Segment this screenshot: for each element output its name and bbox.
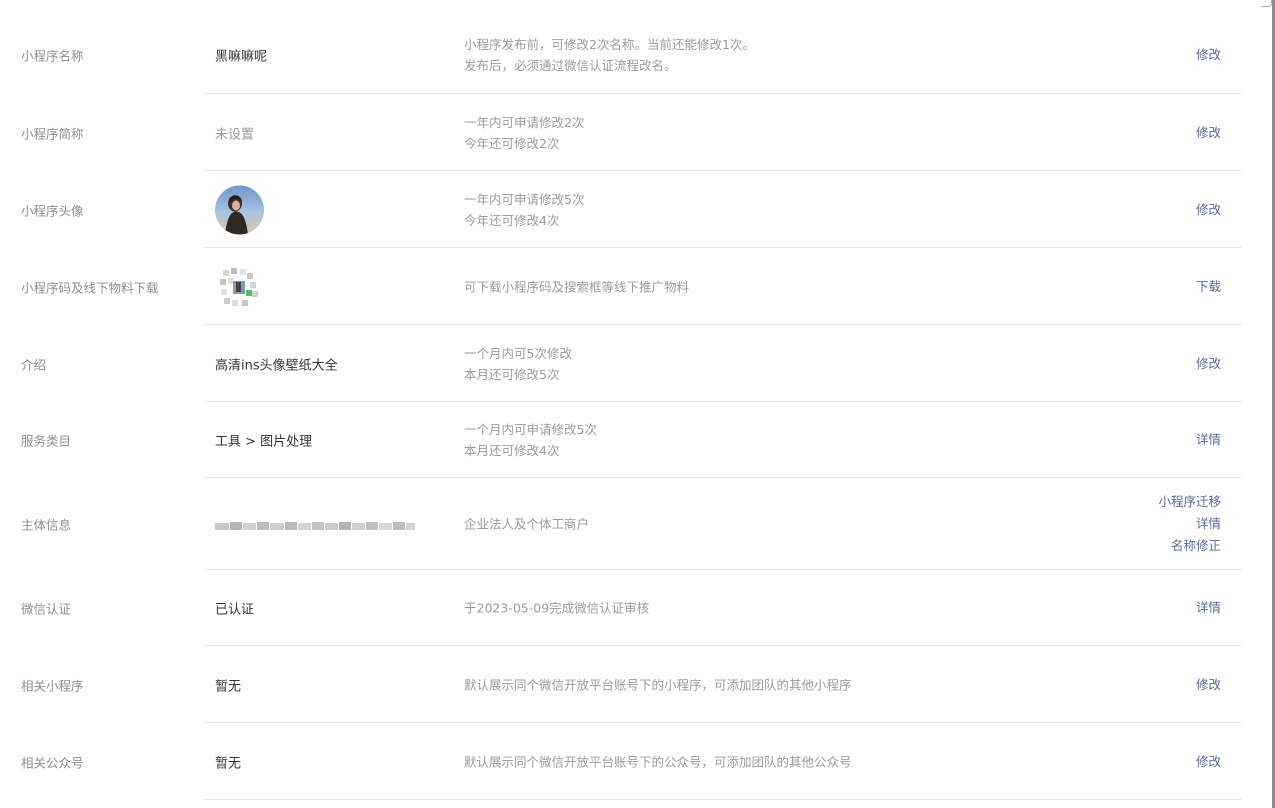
row-label: 主体信息 — [21, 517, 72, 533]
row-label: 微信认证 — [21, 601, 72, 617]
description-line: 一个月内可申请修改5次 — [464, 422, 597, 437]
category-details-link[interactable]: 详情 — [1196, 429, 1221, 451]
row-label: 小程序码及线下物料下载 — [21, 280, 159, 295]
row-actions: 修改 — [1196, 199, 1221, 221]
row-label: 小程序头像 — [21, 203, 84, 218]
row-value: 已认证 — [215, 602, 255, 618]
settings-row-service-category: 服务类目 工具 > 图片处理 一个月内可申请修改5次 本月还可修改4次 详情 — [0, 402, 1242, 478]
settings-row-introduction: 介绍 高清ins头像壁纸大全 一个月内可5次修改 本月还可修改5次 修改 — [0, 325, 1242, 402]
row-actions: 修改 — [1196, 44, 1221, 66]
row-label: 服务类目 — [21, 433, 72, 449]
description-line: 可下载小程序码及搜索框等线下推广物料 — [464, 279, 690, 294]
row-label: 小程序名称 — [21, 48, 84, 64]
description-line: 本月还可修改4次 — [464, 443, 560, 458]
row-value: 黑嘛嘛呢 — [215, 49, 268, 65]
row-label: 介绍 — [21, 357, 47, 372]
row-actions: 修改 — [1196, 751, 1221, 773]
row-actions: 小程序迁移 详情 名称修正 — [1158, 491, 1221, 557]
row-description: 企业法人及个体工商户 — [464, 514, 589, 535]
row-label: 相关小程序 — [21, 678, 84, 693]
name-correction-link[interactable]: 名称修正 — [1158, 535, 1221, 557]
settings-row-wechat-verification: 微信认证 已认证 于2023-05-09完成微信认证审核 详情 — [0, 570, 1242, 646]
download-code-link[interactable]: 下载 — [1196, 276, 1221, 298]
settings-row-related-mini-programs: 相关小程序 暂无 默认展示同个微信开放平台账号下的小程序，可添加团队的其他小程序… — [0, 646, 1242, 723]
description-line: 于2023-05-09完成微信认证审核 — [464, 600, 650, 616]
row-description: 默认展示同个微信开放平台账号下的小程序，可添加团队的其他小程序 — [464, 674, 852, 695]
description-line: 小程序发布前，可修改2次名称。当前还能修改1次。 — [464, 37, 755, 52]
modify-introduction-link[interactable]: 修改 — [1196, 353, 1221, 375]
modify-related-mini-programs-link[interactable]: 修改 — [1196, 674, 1221, 696]
verification-details-link[interactable]: 详情 — [1196, 597, 1221, 619]
row-actions: 修改 — [1196, 674, 1221, 696]
modify-short-name-link[interactable]: 修改 — [1196, 122, 1221, 144]
row-label: 相关公众号 — [21, 755, 84, 770]
row-description: 一个月内可5次修改 本月还可修改5次 — [464, 343, 572, 385]
description-line: 本月还可修改5次 — [464, 366, 560, 382]
migrate-mini-program-link[interactable]: 小程序迁移 — [1158, 491, 1221, 513]
row-description: 一个月内可申请修改5次 本月还可修改4次 — [464, 419, 597, 461]
description-line: 发布后，必须通过微信认证流程改名。 — [464, 58, 677, 73]
row-description: 一年内可申请修改5次 今年还可修改4次 — [464, 189, 584, 231]
row-label: 小程序简称 — [21, 126, 84, 141]
row-description: 于2023-05-09完成微信认证审核 — [464, 598, 649, 619]
mini-program-code-image — [214, 261, 264, 312]
description-line: 今年还可修改4次 — [464, 212, 560, 228]
description-line: 一年内可申请修改2次 — [464, 114, 585, 130]
description-line: 企业法人及个体工商户 — [464, 516, 590, 532]
description-line: 今年还可修改2次 — [464, 135, 560, 151]
description-line: 默认展示同个微信开放平台账号下的公众号，可添加团队的其他公众号 — [464, 754, 852, 769]
row-value: 工具 > 图片处理 — [215, 434, 313, 450]
settings-row-related-official-accounts: 相关公众号 暂无 默认展示同个微信开放平台账号下的公众号，可添加团队的其他公众号… — [0, 723, 1242, 800]
row-value: 暂无 — [215, 679, 242, 694]
modify-related-official-accounts-link[interactable]: 修改 — [1196, 751, 1221, 773]
settings-row-name: 小程序名称 黑嘛嘛呢 小程序发布前，可修改2次名称。当前还能修改1次。 发布后，… — [0, 16, 1242, 94]
row-divider — [204, 799, 1242, 800]
row-actions: 下载 — [1196, 276, 1221, 298]
row-description: 可下载小程序码及搜索框等线下推广物料 — [464, 276, 689, 297]
row-actions: 修改 — [1196, 122, 1221, 144]
row-value: 暂无 — [215, 756, 242, 771]
description-line: 一个月内可5次修改 — [464, 345, 572, 361]
account-settings-page: 小程序名称 黑嘛嘛呢 小程序发布前，可修改2次名称。当前还能修改1次。 发布后，… — [0, 0, 1275, 808]
row-description: 一年内可申请修改2次 今年还可修改2次 — [464, 112, 584, 154]
entity-details-link[interactable]: 详情 — [1158, 513, 1221, 535]
settings-row-entity-info: 主体信息 企业法人及个体工商户 小程序迁移 详情 名称修正 — [0, 478, 1242, 570]
modify-avatar-link[interactable]: 修改 — [1196, 199, 1221, 221]
row-description: 默认展示同个微信开放平台账号下的公众号，可添加团队的其他公众号 — [464, 751, 852, 772]
description-line: 一年内可申请修改5次 — [464, 191, 585, 207]
row-value: 未设置 — [215, 127, 255, 142]
blurred-entity-name — [215, 518, 415, 530]
row-value: 高清ins头像壁纸大全 — [215, 358, 338, 373]
window-corner-mark — [1261, 0, 1272, 7]
description-line: 默认展示同个微信开放平台账号下的小程序，可添加团队的其他小程序 — [464, 677, 852, 692]
row-actions: 修改 — [1196, 353, 1221, 375]
row-description: 小程序发布前，可修改2次名称。当前还能修改1次。 发布后，必须通过微信认证流程改… — [464, 34, 755, 76]
settings-row-avatar: 小程序头像 一年内可申请修改5次 今年还可修改4次 修改 — [0, 171, 1242, 248]
modify-name-link[interactable]: 修改 — [1196, 44, 1221, 66]
settings-row-code-download: 小程序码及线下物料下载 可下载小程序码及搜索框等线下推广物料 下载 — [0, 248, 1242, 325]
settings-row-short-name: 小程序简称 未设置 一年内可申请修改2次 今年还可修改2次 修改 — [0, 94, 1242, 171]
row-actions: 详情 — [1196, 429, 1221, 451]
avatar-image — [215, 185, 264, 234]
row-actions: 详情 — [1196, 597, 1221, 619]
